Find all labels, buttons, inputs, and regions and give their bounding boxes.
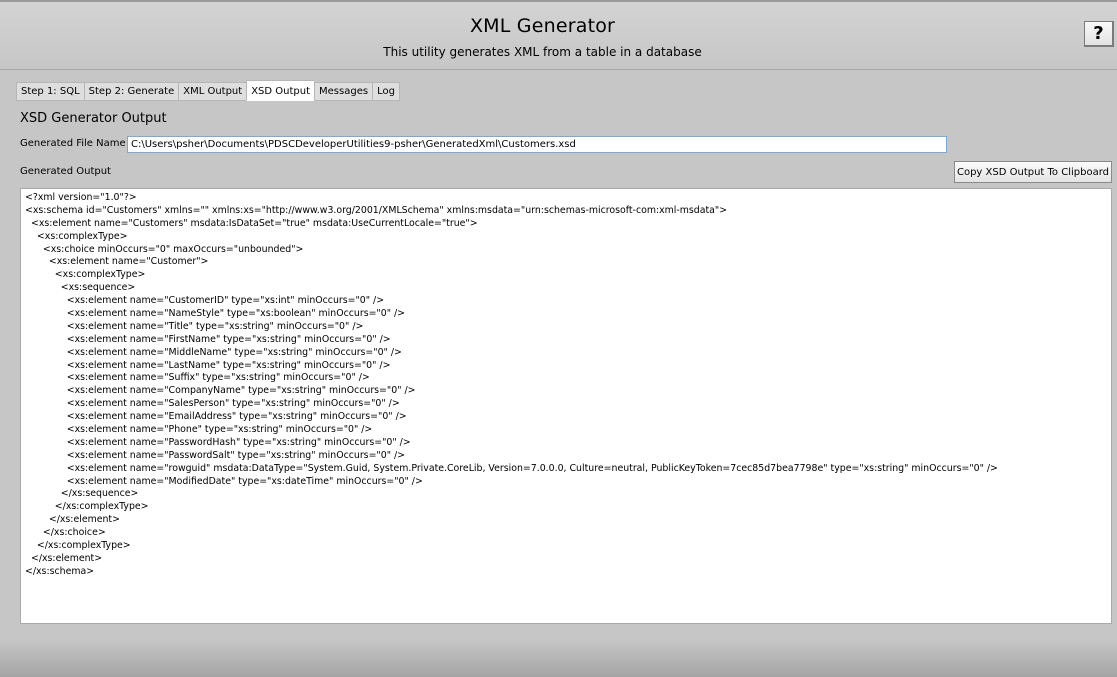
tab-xml-output[interactable]: XML Output — [178, 82, 247, 101]
file-name-input[interactable] — [127, 136, 947, 153]
section-title: XSD Generator Output — [20, 111, 167, 126]
output-line: </xs:choice> — [25, 527, 106, 539]
output-line: <xs:element name="ModifiedDate" type="xs… — [25, 475, 423, 487]
output-line: </xs:element> — [25, 514, 120, 526]
file-name-label: Generated File Name — [20, 138, 126, 149]
help-button[interactable]: ? — [1084, 21, 1114, 47]
generated-output-textbox[interactable]: <?xml version="1.0"?> <xs:schema id="Cust… — [20, 188, 1112, 624]
output-line: <xs:element name="EmailAddress" type="xs… — [25, 411, 407, 423]
output-line: <xs:element name="Phone" type="xs:string… — [25, 424, 373, 436]
copy-xsd-output-button[interactable]: Copy XSD Output To Clipboard — [954, 161, 1112, 183]
app-subtitle: This utility generates XML from a table … — [383, 45, 702, 59]
output-line: <xs:sequence> — [25, 282, 136, 294]
tab-step-2-generate[interactable]: Step 2: Generate — [83, 82, 179, 101]
output-line: </xs:complexType> — [25, 501, 149, 513]
app-window: XML Generator This utility generates XML… — [0, 0, 1117, 677]
output-line: <xs:element name="Suffix" type="xs:strin… — [25, 372, 370, 384]
generated-output-label: Generated Output — [20, 166, 111, 177]
output-line: <xs:complexType> — [25, 269, 146, 281]
output-line: </xs:sequence> — [25, 488, 139, 500]
output-line: <xs:element name="rowguid" msdata:DataTy… — [25, 462, 998, 474]
output-line: <xs:element name="PasswordSalt" type="xs… — [25, 449, 406, 461]
output-line: <xs:element name="FirstName" type="xs:st… — [25, 333, 391, 345]
output-line: <xs:element name="NameStyle" type="xs:bo… — [25, 308, 406, 320]
output-line: <xs:element name="LastName" type="xs:str… — [25, 359, 391, 371]
tab-log[interactable]: Log — [372, 82, 400, 101]
tab-strip: Step 1: SQL Step 2: Generate XML Output … — [16, 80, 400, 101]
output-line: <?xml version="1.0"?> — [25, 192, 137, 203]
output-line: <xs:element name="Title" type="xs:string… — [25, 320, 364, 332]
app-title: XML Generator — [469, 15, 616, 37]
output-line: <xs:choice minOccurs="0" maxOccurs="unbo… — [25, 243, 304, 255]
tab-xsd-output[interactable]: XSD Output — [246, 80, 315, 101]
output-line: <xs:element name="PasswordHash" type="xs… — [25, 436, 411, 448]
tab-messages[interactable]: Messages — [314, 82, 373, 101]
output-line: <xs:element name="SalesPerson" type="xs:… — [25, 398, 400, 410]
tab-step-1-sql[interactable]: Step 1: SQL — [16, 82, 84, 101]
output-line: </xs:element> — [25, 552, 103, 564]
output-line: <xs:element name="CustomerID" type="xs:i… — [25, 295, 385, 307]
output-line: <xs:element name="Customers" msdata:IsDa… — [25, 217, 478, 229]
output-line: <xs:complexType> — [25, 230, 128, 242]
output-line: </xs:complexType> — [25, 540, 131, 552]
app-header: XML Generator This utility generates XML… — [0, 0, 1117, 70]
output-line: <xs:schema id="Customers" xmlns="" xmlns… — [25, 204, 728, 216]
output-line: <xs:element name="CompanyName" type="xs:… — [25, 385, 416, 397]
output-line: <xs:element name="Customer"> — [25, 256, 209, 268]
output-line: <xs:element name="MiddleName" type="xs:s… — [25, 346, 402, 358]
output-line: </xs:schema> — [25, 565, 95, 577]
